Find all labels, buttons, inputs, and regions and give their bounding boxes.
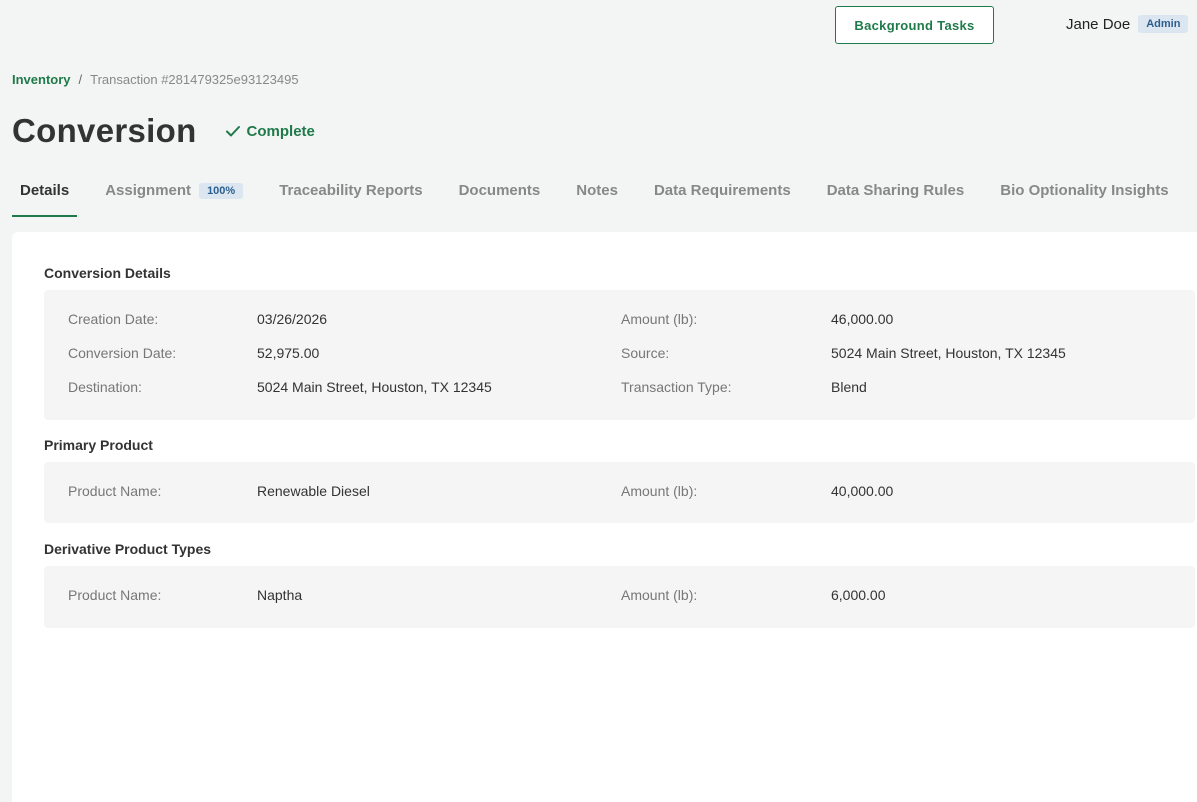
- creation-date-label: Creation Date:: [68, 311, 159, 327]
- destination-value: 5024 Main Street, Houston, TX 12345: [257, 379, 492, 395]
- source-label: Source:: [621, 345, 670, 361]
- derivative-products-box: Product Name: Naptha Amount (lb): 6,000.…: [44, 566, 1195, 628]
- tab-details[interactable]: Details: [12, 172, 78, 217]
- tab-documents[interactable]: Documents: [451, 172, 549, 217]
- breadcrumb-current: Transaction #281479325e93123495: [90, 72, 299, 87]
- role-badge: Admin: [1138, 15, 1189, 33]
- detail-row: Destination: 5024 Main Street, Houston, …: [44, 379, 1195, 399]
- user-name: Jane Doe: [1066, 15, 1131, 33]
- tab-data-requirements[interactable]: Data Requirements: [646, 172, 799, 217]
- breadcrumb: Inventory / Transaction #281479325e93123…: [12, 72, 299, 87]
- user-menu[interactable]: Jane Doe Admin: [1066, 14, 1189, 34]
- page-title: Conversion: [12, 112, 197, 149]
- tab-traceability-reports[interactable]: Traceability Reports: [271, 172, 430, 217]
- product-name-label: Product Name:: [68, 587, 162, 603]
- product-name-label: Product Name:: [68, 483, 162, 499]
- breadcrumb-inventory-link[interactable]: Inventory: [12, 72, 71, 87]
- tab-bar: Details Assignment 100% Traceability Rep…: [12, 172, 1197, 217]
- tab-bio-optionality-insights[interactable]: Bio Optionality Insights: [992, 172, 1176, 217]
- tab-label: Details: [20, 182, 70, 199]
- product-name-value: Renewable Diesel: [257, 483, 370, 499]
- amount-value: 40,000.00: [831, 483, 894, 499]
- source-value: 5024 Main Street, Houston, TX 12345: [831, 345, 1066, 361]
- amount-label: Amount (lb):: [621, 587, 698, 603]
- destination-label: Destination:: [68, 379, 142, 395]
- amount-label: Amount (lb):: [621, 311, 698, 327]
- tab-label: Notes: [576, 182, 618, 199]
- tab-assignment[interactable]: Assignment 100%: [97, 172, 251, 217]
- amount-label: Amount (lb):: [621, 483, 698, 499]
- primary-product-box: Product Name: Renewable Diesel Amount (l…: [44, 462, 1195, 523]
- detail-row: Conversion Date: 52,975.00 Source: 5024 …: [44, 345, 1195, 365]
- conversion-date-value: 52,975.00: [257, 345, 320, 361]
- conversion-details-title: Conversion Details: [44, 265, 171, 281]
- detail-row: Product Name: Renewable Diesel Amount (l…: [44, 483, 1195, 503]
- assignment-progress-badge: 100%: [199, 183, 244, 199]
- primary-product-title: Primary Product: [44, 437, 153, 453]
- tab-label: Data Sharing Rules: [826, 182, 965, 199]
- creation-date-value: 03/26/2026: [257, 311, 328, 327]
- tab-label: Data Requirements: [653, 182, 791, 199]
- transaction-type-value: Blend: [831, 379, 867, 395]
- title-row: Conversion Complete: [12, 112, 315, 150]
- detail-row: Product Name: Naptha Amount (lb): 6,000.…: [44, 587, 1195, 607]
- tab-label: Assignment: [105, 182, 192, 199]
- tab-label: Bio Optionality Insights: [1000, 182, 1169, 199]
- top-bar: Background Tasks Jane Doe Admin: [0, 0, 1197, 50]
- tab-label: Documents: [458, 182, 541, 199]
- tab-notes[interactable]: Notes: [568, 172, 626, 217]
- details-panel: Conversion Details Creation Date: 03/26/…: [12, 232, 1197, 802]
- conversion-details-box: Creation Date: 03/26/2026 Amount (lb): 4…: [44, 290, 1195, 420]
- detail-row: Creation Date: 03/26/2026 Amount (lb): 4…: [44, 311, 1195, 331]
- breadcrumb-separator: /: [78, 72, 83, 87]
- checkmark-icon: [225, 126, 240, 137]
- tab-data-sharing-rules[interactable]: Data Sharing Rules: [819, 172, 973, 217]
- amount-value: 6,000.00: [831, 587, 886, 603]
- tab-label: Traceability Reports: [279, 182, 423, 199]
- conversion-date-label: Conversion Date:: [68, 345, 177, 361]
- status-indicator: Complete: [225, 123, 315, 140]
- product-name-value: Naptha: [257, 587, 303, 603]
- transaction-type-label: Transaction Type:: [621, 379, 732, 395]
- derivative-products-title: Derivative Product Types: [44, 541, 212, 557]
- amount-value: 46,000.00: [831, 311, 894, 327]
- background-tasks-button[interactable]: Background Tasks: [835, 6, 994, 44]
- status-text: Complete: [246, 122, 315, 140]
